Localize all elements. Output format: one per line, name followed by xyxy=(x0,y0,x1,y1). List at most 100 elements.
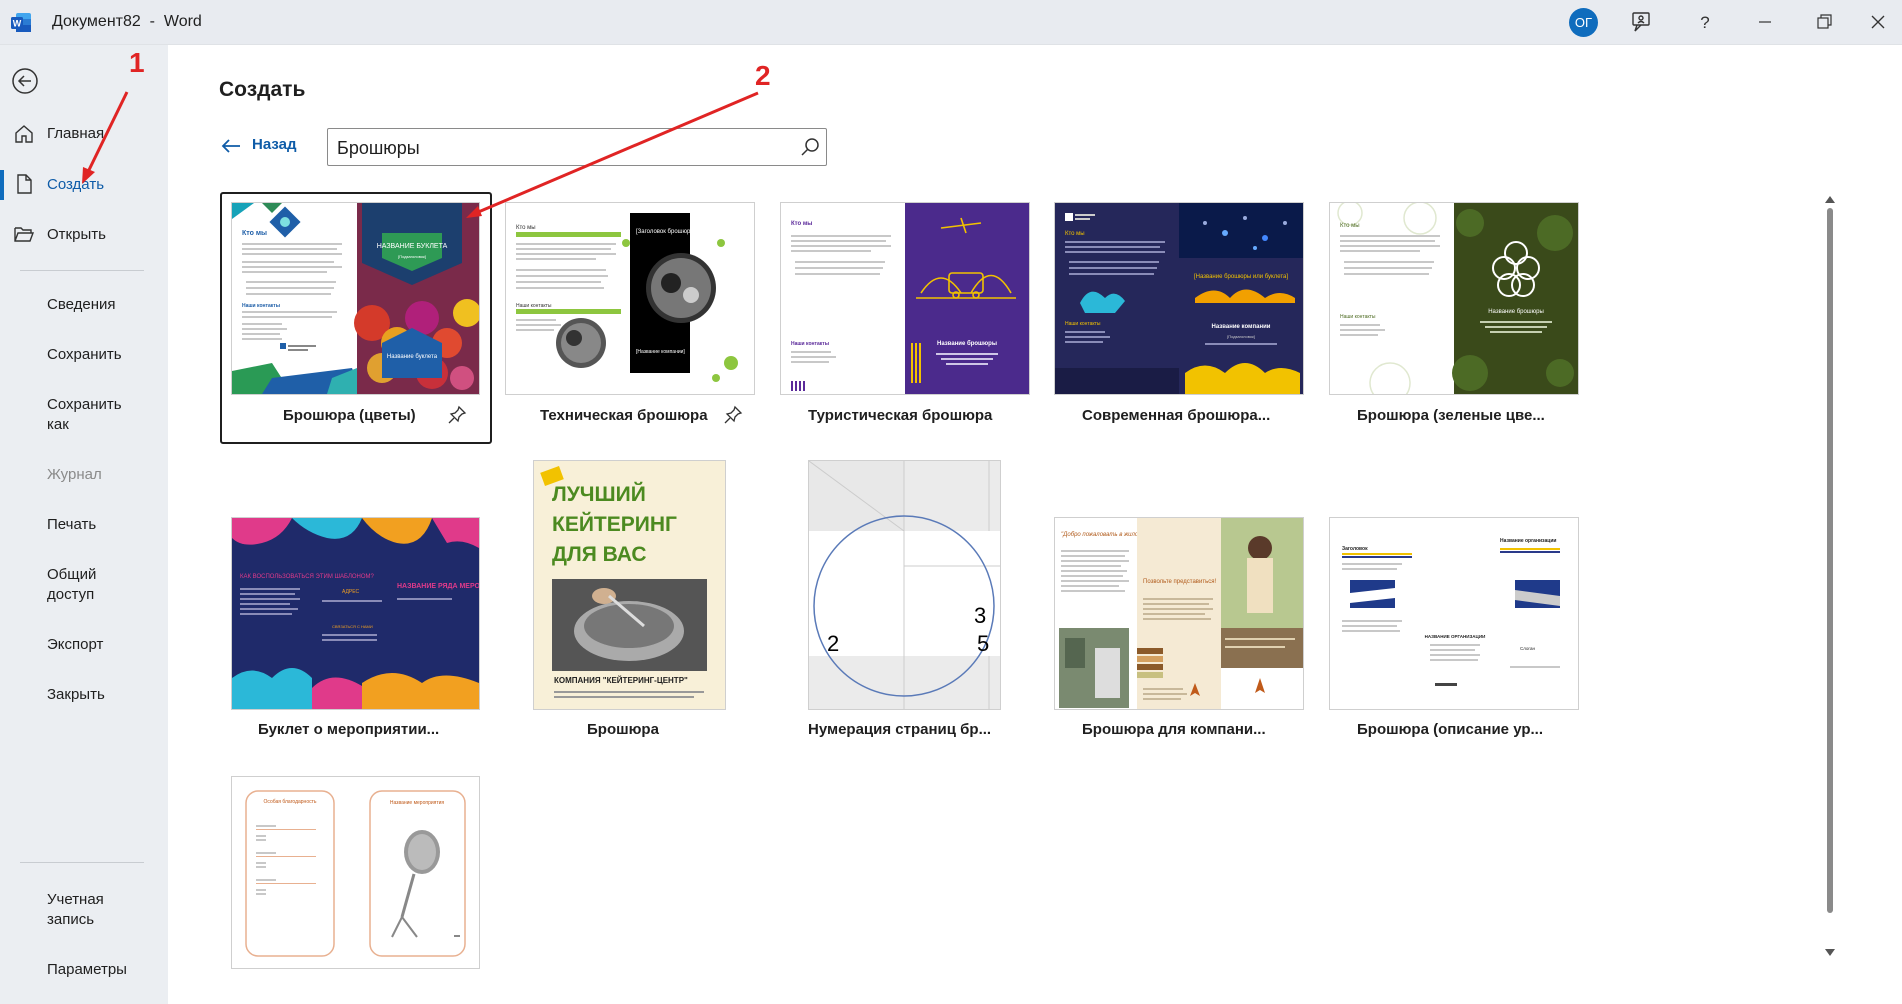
sidebar-item-info[interactable]: Сведения xyxy=(47,295,116,315)
pin-icon[interactable] xyxy=(447,405,467,425)
thumb-heading: Позвольте представиться! xyxy=(1143,579,1216,585)
thumb-contacts: Наши контакты xyxy=(1340,314,1376,320)
svg-text:?: ? xyxy=(1700,13,1709,32)
template-label[interactable]: Буклет о мероприятии... xyxy=(258,721,439,738)
template-label[interactable]: Современная брошюра... xyxy=(1082,407,1270,424)
word-logo-icon: W xyxy=(11,13,31,32)
page-number: 3 xyxy=(974,603,986,628)
scrollbar[interactable] xyxy=(1822,192,1838,972)
thumb-contacts: Наши контакты xyxy=(791,341,829,347)
template-thumbnail[interactable]: Особая благодарность Название мероприяти… xyxy=(231,776,480,969)
active-indicator xyxy=(0,170,4,200)
search-icon[interactable] xyxy=(798,135,822,159)
help-icon[interactable]: ? xyxy=(1693,10,1717,34)
template-search[interactable] xyxy=(327,128,827,166)
template-label[interactable]: Брошюра (цветы) xyxy=(283,407,416,424)
thumb-title: Название буклета xyxy=(387,354,438,360)
thumb-heading: Кто мы xyxy=(1340,223,1360,229)
sidebar-item-home[interactable]: Главная xyxy=(47,124,104,144)
sidebar-item-print[interactable]: Печать xyxy=(47,515,96,535)
thumb-title: Название мероприятия xyxy=(390,800,445,806)
template-label[interactable]: Брошюра (зеленые цве... xyxy=(1357,407,1545,424)
pin-icon[interactable] xyxy=(723,405,743,425)
svg-text:W: W xyxy=(13,19,22,29)
thumb-address: АДРЕС xyxy=(342,589,360,595)
page-title: Создать xyxy=(219,78,306,101)
thumb-title: [Название брошюры или буклета] xyxy=(1194,274,1288,280)
thumb-contacts: Наши контакты xyxy=(1065,321,1101,327)
template-label[interactable]: Брошюра для компани... xyxy=(1082,721,1266,738)
sidebar-item-save[interactable]: Сохранить xyxy=(47,345,122,365)
sidebar-item-history: Журнал xyxy=(47,466,102,483)
sidebar-item-new[interactable]: Создать xyxy=(47,175,104,195)
thumb-title: Название брошюры xyxy=(1488,309,1544,315)
restore-icon[interactable] xyxy=(1812,10,1836,34)
template-thumbnail[interactable]: Кто мы Наши контакты Название брошюры xyxy=(780,202,1030,395)
back-link[interactable]: Назад xyxy=(252,136,296,153)
template-thumbnail[interactable]: 2 3 5 xyxy=(808,460,1001,710)
thumb-heading: Кто мы xyxy=(242,230,267,237)
annotation-number: 1 xyxy=(129,47,145,78)
thumb-title: ЛУЧШИЙ xyxy=(552,482,646,506)
sidebar-divider xyxy=(20,270,144,271)
window-title: Документ82 - Word xyxy=(52,13,202,30)
thumb-heading: КАК ВОСПОЛЬЗОВАТЬСЯ ЭТИМ ШАБЛОНОМ? xyxy=(240,574,375,580)
thumb-company: Название компании xyxy=(1212,324,1271,330)
thumb-subtitle: [Подзаголовок] xyxy=(398,254,426,259)
template-label[interactable]: Брошюра (описание ур... xyxy=(1357,721,1543,738)
template-thumbnail[interactable]: Кто мы Наши контакты НАЗВАНИЕ БУКЛЕТА [П… xyxy=(231,202,480,395)
thumb-title: НАЗВАНИЕ РЯДА МЕРОПРИЯТИЙ xyxy=(397,581,479,590)
sidebar-item-options[interactable]: Параметры xyxy=(47,960,127,980)
annotation-number: 2 xyxy=(755,60,771,91)
template-label[interactable]: Техническая брошюра xyxy=(540,407,708,424)
thumb-title: ДЛЯ ВАС xyxy=(552,543,647,566)
minimize-icon[interactable] xyxy=(1753,10,1777,34)
thumb-slogan: Слоган xyxy=(1520,646,1535,651)
open-folder-icon xyxy=(14,227,35,242)
template-thumbnail[interactable]: Кто мы Наши контакты [Заголовок брошюры]… xyxy=(505,202,755,395)
thumb-company: [Название компании] xyxy=(636,349,685,355)
thumb-heading: Кто мы xyxy=(516,225,536,231)
sidebar-item-share[interactable]: Общий доступ xyxy=(47,565,96,605)
template-label[interactable]: Брошюра xyxy=(587,721,659,738)
new-document-icon xyxy=(17,174,32,194)
sidebar-item-save-as[interactable]: Сохранить как xyxy=(47,395,122,435)
sidebar-item-open[interactable]: Открыть xyxy=(47,225,106,245)
thumb-heading: Кто мы xyxy=(1065,231,1085,237)
feedback-icon[interactable] xyxy=(1629,10,1653,34)
page-number: 5 xyxy=(977,631,989,656)
thumb-heading: Заголовок xyxy=(1342,546,1368,552)
thumb-title: КЕЙТЕРИНГ xyxy=(552,512,677,536)
thumb-title: НАЗВАНИЕ БУКЛЕТА xyxy=(377,243,448,250)
template-label[interactable]: Туристическая брошюра xyxy=(808,407,992,424)
template-thumbnail[interactable]: КАК ВОСПОЛЬЗОВАТЬСЯ ЭТИМ ШАБЛОНОМ? АДРЕС… xyxy=(231,517,480,710)
sidebar-item-account[interactable]: Учетная запись xyxy=(47,890,104,930)
template-thumbnail[interactable]: Кто мы Наши контакты [Название брошюры и… xyxy=(1054,202,1304,395)
account-avatar[interactable]: ОГ xyxy=(1569,8,1598,37)
title-bar: W Документ82 - Word ОГ ? xyxy=(0,0,1902,45)
thumb-title: НАЗВАНИЕ ОРГАНИЗАЦИИ xyxy=(1425,634,1486,639)
template-thumbnail[interactable]: "Добро пожаловать в жилой район" Позволь… xyxy=(1054,517,1304,710)
thumb-subtitle: [Подзаголовок] xyxy=(1227,334,1255,339)
template-thumbnail[interactable]: Кто мы Наши контакты Название брошюры xyxy=(1329,202,1579,395)
thumb-title: Название брошюры xyxy=(937,340,997,347)
thumb-contact: СВЯЗАТЬСЯ С НАМИ xyxy=(332,624,373,629)
template-thumbnail[interactable]: Заголовок НАЗВАНИЕ ОРГАНИЗАЦИИ Название … xyxy=(1329,517,1579,710)
back-arrow-icon[interactable] xyxy=(11,67,39,95)
back-arrow-icon[interactable] xyxy=(220,136,242,156)
thumb-contacts: Наши контакты xyxy=(242,303,280,309)
thumb-company: КОМПАНИЯ "КЕЙТЕРИНГ-ЦЕНТР" xyxy=(554,676,688,685)
thumb-heading: Кто мы xyxy=(791,221,812,227)
thumb-org: Название организации xyxy=(1500,538,1556,544)
thumb-heading: Особая благодарность xyxy=(264,799,317,805)
template-thumbnail[interactable]: ЛУЧШИЙ КЕЙТЕРИНГ ДЛЯ ВАС КОМПАНИЯ "КЕЙТЕ… xyxy=(533,460,726,710)
thumb-contacts: Наши контакты xyxy=(516,303,552,309)
home-icon xyxy=(15,125,33,143)
sidebar-item-close[interactable]: Закрыть xyxy=(47,685,105,705)
sidebar-item-export[interactable]: Экспорт xyxy=(47,635,103,655)
thumb-title: [Заголовок брошюры] xyxy=(636,229,697,235)
search-input[interactable] xyxy=(335,134,779,162)
close-icon[interactable] xyxy=(1866,10,1890,34)
page-number: 2 xyxy=(827,631,839,656)
template-label[interactable]: Нумерация страниц бр... xyxy=(808,721,991,738)
